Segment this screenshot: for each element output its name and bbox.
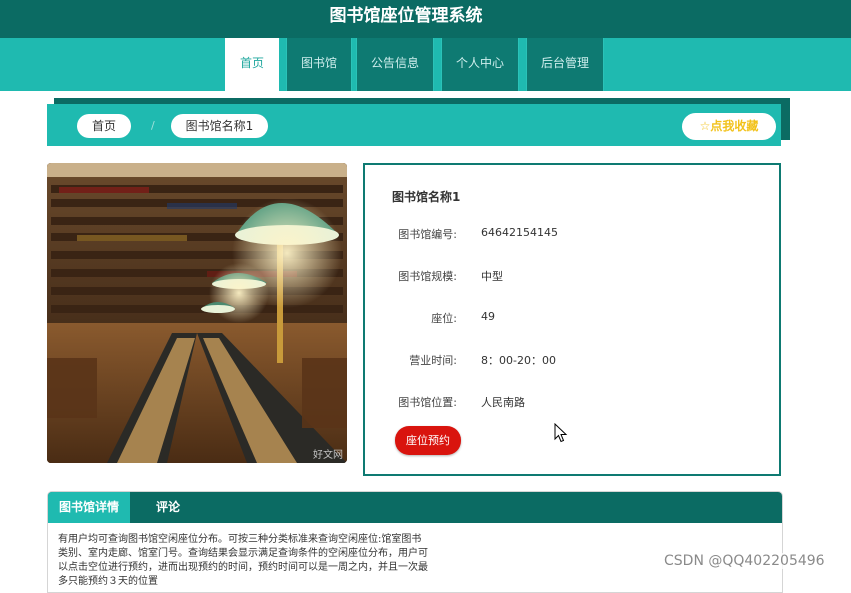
tab-comments[interactable]: 评论 — [136, 492, 200, 523]
library-image — [47, 163, 347, 463]
main-nav: 首页 图书馆 公告信息 个人中心 后台管理 — [0, 38, 851, 91]
library-scale-label: 图书馆规模: — [398, 270, 457, 283]
location-label: 图书馆位置: — [398, 396, 457, 409]
nav-announcements[interactable]: 公告信息 — [356, 38, 434, 91]
info-row-hours: 营业时间: 8：00-20：00 — [365, 352, 779, 372]
library-number-label: 图书馆编号: — [398, 228, 457, 241]
location-value: 人民南路 — [481, 396, 525, 409]
info-row-scale: 图书馆规模: 中型 — [365, 268, 779, 288]
star-icon: ☆ — [699, 119, 711, 133]
info-row-number: 图书馆编号: 64642154145 — [365, 226, 779, 246]
breadcrumb-home[interactable]: 首页 — [77, 114, 131, 138]
library-name-title: 图书馆名称1 — [392, 190, 461, 204]
tab-library-details[interactable]: 图书馆详情 — [48, 492, 130, 523]
nav-library[interactable]: 图书馆 — [286, 38, 352, 91]
tabs-header: 图书馆详情 评论 — [48, 492, 782, 523]
library-number-value: 64642154145 — [481, 226, 558, 239]
opening-hours-label: 营业时间: — [409, 354, 457, 367]
library-scale-value: 中型 — [481, 270, 503, 283]
favorite-label: 点我收藏 — [710, 119, 759, 133]
breadcrumb-current: 图书馆名称1 — [171, 114, 268, 138]
breadcrumb: 首页 / 图书馆名称1 ☆点我收藏 — [47, 104, 781, 146]
nav-home[interactable]: 首页 — [225, 38, 279, 91]
library-info-panel: 图书馆名称1 图书馆编号: 64642154145 图书馆规模: 中型 座位: … — [363, 163, 781, 476]
seat-reserve-button[interactable]: 座位预约 — [395, 426, 461, 455]
csdn-watermark: CSDN @QQ402205496 — [662, 553, 827, 569]
mouse-cursor-icon — [554, 423, 568, 443]
site-title: 图书馆座位管理系统 — [329, 6, 483, 26]
seats-label: 座位: — [431, 312, 457, 325]
info-row-seats: 座位: 49 — [365, 310, 779, 330]
opening-hours-value: 8：00-20：00 — [481, 354, 556, 367]
top-header: 图书馆座位管理系统 — [0, 0, 851, 38]
seats-value: 49 — [481, 310, 495, 323]
favorite-button[interactable]: ☆点我收藏 — [682, 113, 776, 140]
library-detail-text: 有用户均可查询图书馆空闲座位分布。可按三种分类标准来查询空闲座位:馆室图书类别、… — [58, 534, 428, 587]
breadcrumb-separator: / — [151, 119, 155, 132]
nav-admin[interactable]: 后台管理 — [526, 38, 604, 91]
library-photo: 好文网 — [47, 163, 347, 463]
photo-watermark: 好文网 — [313, 450, 343, 461]
nav-personal-center[interactable]: 个人中心 — [441, 38, 519, 91]
detail-tabs: 图书馆详情 评论 有用户均可查询图书馆空闲座位分布。可按三种分类标准来查询空闲座… — [47, 491, 783, 593]
info-row-location: 图书馆位置: 人民南路 — [365, 394, 779, 414]
